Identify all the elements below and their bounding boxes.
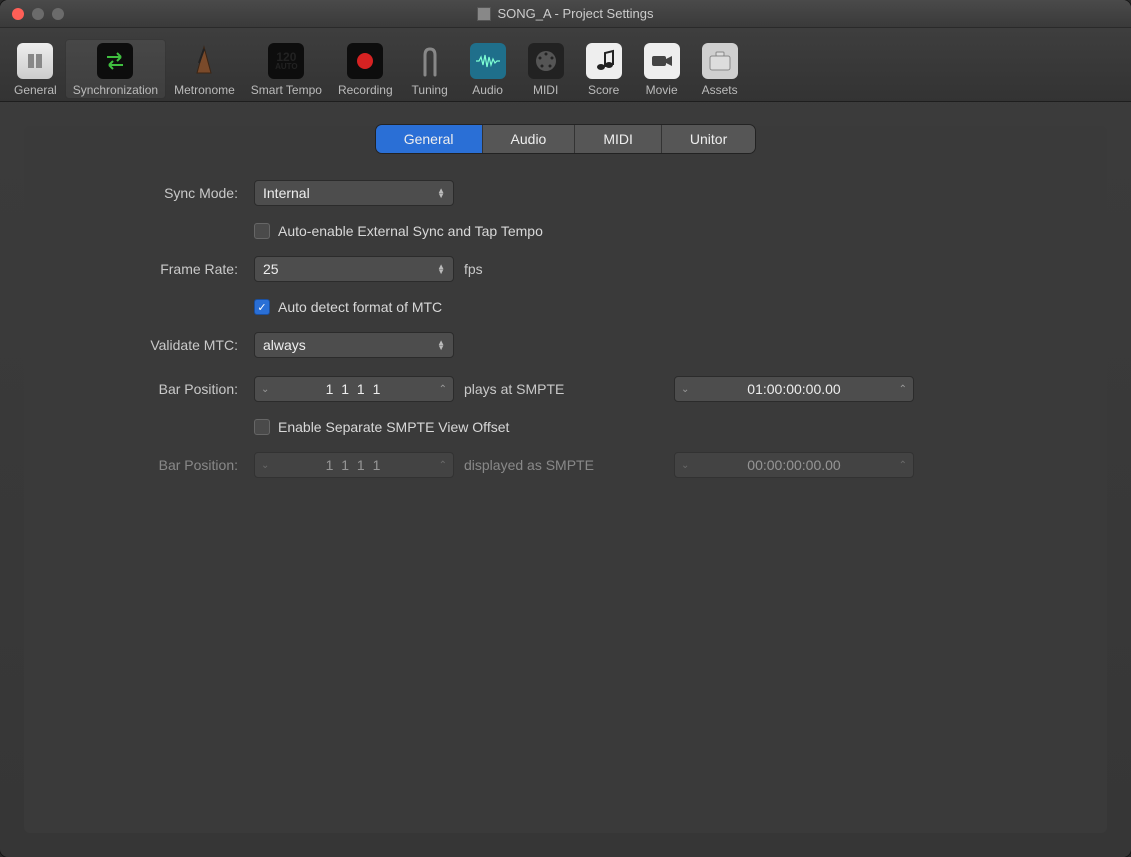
bar-position-1-suffix: plays at SMPTE xyxy=(464,381,664,397)
toolbar-item-audio[interactable]: Audio xyxy=(459,39,517,99)
toolbar-item-midi[interactable]: MIDI xyxy=(517,39,575,99)
project-icon xyxy=(477,7,491,21)
chevron-up-icon[interactable]: ⌃ xyxy=(439,384,447,395)
auto-detect-mtc-label: Auto detect format of MTC xyxy=(278,299,442,315)
toolbar-label: Assets xyxy=(702,83,738,97)
toolbar-label: Recording xyxy=(338,83,393,97)
toolbar-label: Movie xyxy=(646,83,678,97)
sync-mode-label: Sync Mode: xyxy=(84,185,244,201)
chevron-up-icon[interactable]: ⌃ xyxy=(899,384,907,395)
toolbar-label: Metronome xyxy=(174,83,235,97)
tuning-icon xyxy=(412,43,448,79)
toolbar-item-synchronization[interactable]: Synchronization xyxy=(65,39,166,99)
smpte-2-value: 00:00:00:00.00 xyxy=(689,457,898,473)
subtab-unitor[interactable]: Unitor xyxy=(662,125,755,153)
minimize-window-button[interactable] xyxy=(32,8,44,20)
toolbar-item-smart-tempo[interactable]: 120 AUTO Smart Tempo xyxy=(243,39,330,99)
enable-smpte-offset-label: Enable Separate SMPTE View Offset xyxy=(278,419,509,435)
bar-position-2-label: Bar Position: xyxy=(84,457,244,473)
toolbar-item-metronome[interactable]: Metronome xyxy=(166,39,243,99)
bar-position-2-value: 1 1 1 1 xyxy=(269,457,438,473)
subtab-general[interactable]: General xyxy=(376,125,483,153)
smpte-1-field[interactable]: ⌄ 01:00:00:00.00 ⌃ xyxy=(674,376,914,402)
sync-mode-select[interactable]: Internal ▲▼ xyxy=(254,180,454,206)
metronome-icon xyxy=(186,43,222,79)
bar-position-2-suffix: displayed as SMPTE xyxy=(464,457,664,473)
chevron-down-icon: ⌄ xyxy=(681,460,689,471)
window-title: SONG_A - Project Settings xyxy=(0,6,1131,21)
settings-panel: General Audio MIDI Unitor Sync Mode: Int… xyxy=(24,126,1107,833)
toolbar-item-assets[interactable]: Assets xyxy=(691,39,749,99)
dropdown-arrows-icon: ▲▼ xyxy=(437,188,445,198)
frame-rate-value: 25 xyxy=(263,261,279,277)
toolbar-item-score[interactable]: Score xyxy=(575,39,633,99)
toolbar-item-movie[interactable]: Movie xyxy=(633,39,691,99)
content-area: General Audio MIDI Unitor Sync Mode: Int… xyxy=(0,102,1131,857)
validate-mtc-select[interactable]: always ▲▼ xyxy=(254,332,454,358)
smpte-2-field: ⌄ 00:00:00:00.00 ⌃ xyxy=(674,452,914,478)
dropdown-arrows-icon: ▲▼ xyxy=(437,264,445,274)
smart-tempo-icon: 120 AUTO xyxy=(268,43,304,79)
bar-position-1-field[interactable]: ⌄ 1 1 1 1 ⌃ xyxy=(254,376,454,402)
toolbar-label: Audio xyxy=(472,83,503,97)
tempo-auto: AUTO xyxy=(275,63,298,71)
sync-mode-value: Internal xyxy=(263,185,310,201)
midi-icon xyxy=(528,43,564,79)
toolbar-item-general[interactable]: General xyxy=(6,39,65,99)
score-icon xyxy=(586,43,622,79)
chevron-up-icon: ⌃ xyxy=(439,460,447,471)
chevron-down-icon: ⌄ xyxy=(261,460,269,471)
chevron-down-icon[interactable]: ⌄ xyxy=(261,384,269,395)
subtab-audio[interactable]: Audio xyxy=(483,125,576,153)
toolbar-label: Tuning xyxy=(412,83,448,97)
toolbar-label: MIDI xyxy=(533,83,558,97)
auto-enable-external-sync-checkbox[interactable] xyxy=(254,223,270,239)
dropdown-arrows-icon: ▲▼ xyxy=(437,340,445,350)
auto-enable-external-sync-label: Auto-enable External Sync and Tap Tempo xyxy=(278,223,543,239)
toolbar-item-recording[interactable]: Recording xyxy=(330,39,401,99)
toolbar: General Synchronization Metronome 120 AU… xyxy=(0,28,1131,102)
chevron-down-icon[interactable]: ⌄ xyxy=(681,384,689,395)
toolbar-label: Synchronization xyxy=(73,83,158,97)
project-settings-window: SONG_A - Project Settings General Synchr… xyxy=(0,0,1131,857)
bar-position-2-field: ⌄ 1 1 1 1 ⌃ xyxy=(254,452,454,478)
validate-mtc-value: always xyxy=(263,337,306,353)
settings-form: Sync Mode: Internal ▲▼ Auto-enable Exter… xyxy=(24,174,1107,484)
subtab-midi[interactable]: MIDI xyxy=(575,125,662,153)
enable-smpte-offset-checkbox[interactable] xyxy=(254,419,270,435)
assets-icon xyxy=(702,43,738,79)
frame-rate-unit: fps xyxy=(464,261,664,277)
general-icon xyxy=(17,43,53,79)
toolbar-label: Smart Tempo xyxy=(251,83,322,97)
bar-position-1-label: Bar Position: xyxy=(84,381,244,397)
bar-position-1-value: 1 1 1 1 xyxy=(269,381,438,397)
titlebar: SONG_A - Project Settings xyxy=(0,0,1131,28)
sync-icon xyxy=(97,43,133,79)
auto-detect-mtc-checkbox[interactable]: ✓ xyxy=(254,299,270,315)
frame-rate-select[interactable]: 25 ▲▼ xyxy=(254,256,454,282)
chevron-up-icon: ⌃ xyxy=(899,460,907,471)
window-controls xyxy=(0,8,64,20)
frame-rate-label: Frame Rate: xyxy=(84,261,244,277)
toolbar-label: Score xyxy=(588,83,619,97)
toolbar-label: General xyxy=(14,83,57,97)
validate-mtc-label: Validate MTC: xyxy=(84,337,244,353)
close-window-button[interactable] xyxy=(12,8,24,20)
toolbar-item-tuning[interactable]: Tuning xyxy=(401,39,459,99)
movie-icon xyxy=(644,43,680,79)
zoom-window-button[interactable] xyxy=(52,8,64,20)
audio-icon xyxy=(470,43,506,79)
recording-icon xyxy=(347,43,383,79)
smpte-1-value: 01:00:00:00.00 xyxy=(689,381,898,397)
window-title-text: SONG_A - Project Settings xyxy=(497,6,653,21)
sub-tabs: General Audio MIDI Unitor xyxy=(24,125,1107,153)
